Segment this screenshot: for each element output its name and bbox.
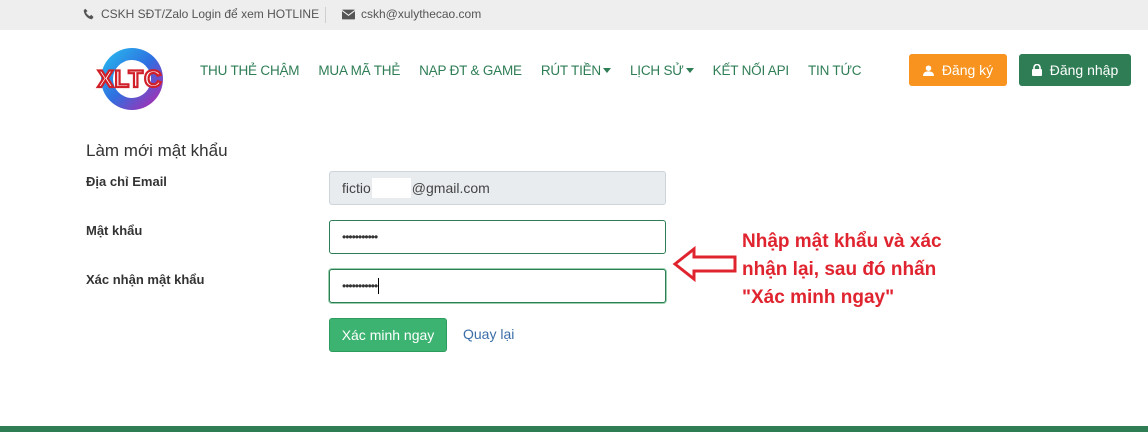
footer-bar — [0, 426, 1148, 432]
nav-item-withdraw[interactable]: RÚT TIỀN — [541, 63, 611, 78]
hotline-info: CSKH SĐT/Zalo Login để xem HOTLINE — [83, 7, 319, 21]
login-button[interactable]: Đăng nhập — [1019, 54, 1131, 86]
instruction-annotation: Nhập mật khẩu và xác nhận lại, sau đó nh… — [742, 231, 942, 308]
lock-icon — [1031, 64, 1042, 76]
chevron-down-icon — [685, 68, 694, 73]
site-logo[interactable]: XLTC — [82, 46, 178, 112]
password-field[interactable]: ••••••••••• — [329, 220, 666, 254]
nav-item-buy-card[interactable]: MUA MÃ THẺ — [318, 63, 400, 78]
confirm-password-field[interactable]: ••••••••••• — [329, 269, 666, 303]
redaction-mask — [371, 178, 411, 198]
nav-item-slow-card[interactable]: THU THẺ CHẬM — [200, 63, 300, 78]
hotline-text: CSKH SĐT/Zalo Login để xem HOTLINE — [101, 7, 320, 21]
confirm-password-label: Xác nhận mật khẩu — [86, 272, 205, 287]
nav-item-api[interactable]: KẾT NỐI API — [713, 63, 790, 78]
contact-email[interactable]: cskh@xulythecao.com — [361, 7, 481, 21]
password-label: Mật khẩu — [86, 223, 143, 238]
envelope-icon — [342, 9, 355, 19]
nav-item-history[interactable]: LỊCH SỬ — [630, 63, 694, 78]
site-header: XLTC THU THẺ CHẬM MUA MÃ THẺ NẠP ĐT & GA… — [0, 30, 1148, 120]
register-button[interactable]: Đăng ký — [909, 54, 1007, 86]
chevron-down-icon — [602, 68, 611, 73]
email-info: cskh@xulythecao.com — [342, 7, 481, 21]
logo-lettering: XLTC — [98, 66, 163, 93]
user-icon — [922, 64, 934, 76]
verify-button[interactable]: Xác minh ngay — [329, 318, 447, 352]
nav-item-topup[interactable]: NẠP ĐT & GAME — [419, 63, 522, 78]
email-field: fictio @gmail.com — [329, 171, 666, 205]
top-info-bar: CSKH SĐT/Zalo Login để xem HOTLINE cskh@… — [0, 0, 1148, 30]
left-arrow-icon — [672, 246, 737, 282]
back-link[interactable]: Quay lại — [463, 326, 514, 342]
page-title: Làm mới mật khẩu — [86, 141, 228, 160]
email-label: Địa chỉ Email — [86, 174, 167, 189]
nav-item-news[interactable]: TIN TỨC — [808, 63, 862, 78]
divider — [325, 7, 326, 23]
text-cursor — [378, 278, 380, 294]
phone-icon — [83, 8, 94, 20]
main-nav: THU THẺ CHẬM MUA MÃ THẺ NẠP ĐT & GAME RÚ… — [200, 63, 880, 78]
